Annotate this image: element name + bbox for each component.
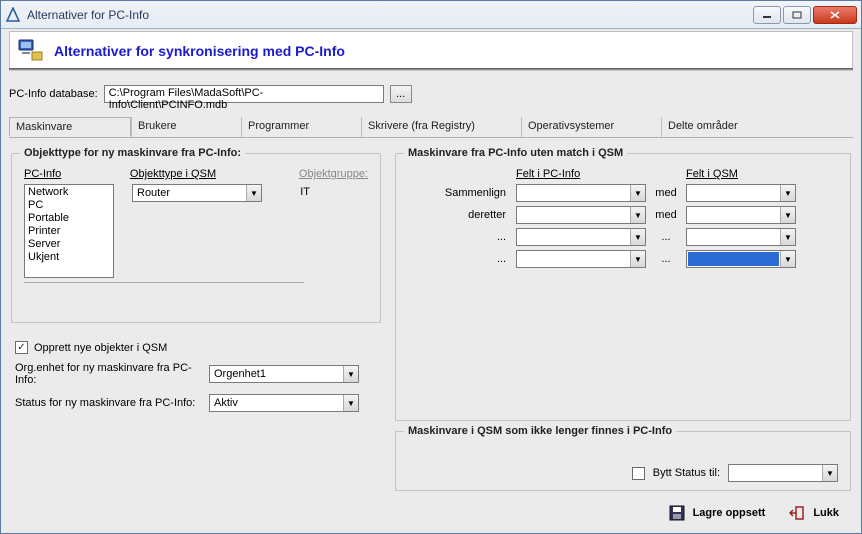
tab-programmer[interactable]: Programmer — [241, 117, 361, 137]
list-item[interactable]: Portable — [26, 212, 112, 225]
chevron-down-icon: ▼ — [780, 229, 795, 245]
create-objects-label: Opprett nye objekter i QSM — [34, 342, 167, 354]
group-objecttype: Objekttype for ny maskinvare fra PC-Info… — [11, 153, 381, 323]
exit-icon — [789, 505, 805, 521]
header-strip: Alternativer for synkronisering med PC-I… — [9, 31, 853, 68]
row-label: ... — [408, 231, 516, 243]
chevron-down-icon: ▼ — [630, 185, 645, 201]
divider — [24, 282, 304, 283]
list-item[interactable]: Server — [26, 238, 112, 251]
group-title: Maskinvare fra PC-Info uten match i QSM — [404, 147, 627, 159]
col-pcinfo: PC-Info — [24, 168, 112, 180]
orgunit-label: Org.enhet for ny maskinvare fra PC-Info: — [15, 362, 203, 386]
group-title: Maskinvare i QSM som ikke lenger finnes … — [404, 425, 676, 437]
tab-skrivere[interactable]: Skrivere (fra Registry) — [361, 117, 521, 137]
group-no-match: Maskinvare fra PC-Info uten match i QSM … — [395, 153, 851, 421]
change-status-label: Bytt Status til: — [653, 467, 720, 479]
qsm-type-combo[interactable]: Router ▼ — [132, 184, 262, 202]
window-title: Alternativer for PC-Info — [27, 8, 753, 22]
orgunit-combo[interactable]: Orgenhet1 ▼ — [209, 365, 359, 383]
col-qsmtype: Objekttype i QSM — [130, 168, 257, 180]
db-path-row: PC-Info database: C:\Program Files\MadaS… — [9, 85, 853, 103]
mid-label: ... — [646, 231, 686, 243]
pcinfo-field-combo[interactable]: ▼ — [516, 250, 646, 268]
pcinfo-field-combo[interactable]: ▼ — [516, 228, 646, 246]
footer: Lagre oppsett Lukk — [9, 497, 853, 525]
chevron-down-icon: ▼ — [780, 207, 795, 223]
pcinfo-field-combo[interactable]: ▼ — [516, 206, 646, 224]
page-title: Alternativer for synkronisering med PC-I… — [54, 43, 345, 59]
qsm-field-combo[interactable]: ▼ — [686, 184, 796, 202]
sync-icon — [16, 38, 44, 64]
field-qsm-header: Felt i QSM — [686, 168, 738, 180]
chevron-down-icon: ▼ — [780, 185, 795, 201]
row-label: Sammenlign — [408, 187, 516, 199]
db-path-field[interactable]: C:\Program Files\MadaSoft\PC-Info\Client… — [104, 85, 384, 103]
chevron-down-icon: ▼ — [822, 465, 837, 481]
header-rule — [9, 68, 853, 71]
content-area: Alternativer for synkronisering med PC-I… — [1, 29, 861, 533]
combo-value: Orgenhet1 — [210, 368, 343, 380]
titlebar: Alternativer for PC-Info — [1, 1, 861, 29]
close-label: Lukk — [813, 507, 839, 519]
save-icon — [669, 505, 685, 521]
col-group: Objektgruppe: — [299, 168, 368, 180]
chevron-down-icon: ▼ — [630, 251, 645, 267]
chevron-down-icon: ▼ — [780, 251, 795, 267]
pcinfo-list[interactable]: Network PC Portable Printer Server Ukjen… — [24, 184, 114, 278]
create-objects-checkbox[interactable]: ✓ — [15, 341, 28, 354]
close-button[interactable] — [813, 6, 857, 24]
tab-os[interactable]: Operativsystemer — [521, 117, 661, 137]
browse-button[interactable]: ... — [390, 85, 412, 103]
field-pcinfo-header: Felt i PC-Info — [516, 168, 646, 180]
app-icon — [5, 7, 21, 23]
combo-value: Aktiv — [210, 397, 343, 409]
ellipsis-icon: ... — [396, 88, 405, 100]
combo-value: Router — [133, 187, 246, 199]
chevron-down-icon: ▼ — [630, 207, 645, 223]
minimize-button[interactable] — [753, 6, 781, 24]
row-label: ... — [408, 253, 516, 265]
db-label: PC-Info database: — [9, 88, 98, 100]
pcinfo-field-combo[interactable]: ▼ — [516, 184, 646, 202]
row-label: deretter — [408, 209, 516, 221]
objectgroup-value: IT — [280, 184, 310, 198]
left-options: ✓ Opprett nye objekter i QSM Org.enhet f… — [11, 333, 381, 420]
list-item[interactable]: Ukjent — [26, 251, 112, 264]
list-item[interactable]: Printer — [26, 225, 112, 238]
tab-brukere[interactable]: Brukere — [131, 117, 241, 137]
list-item[interactable]: PC — [26, 199, 112, 212]
status-combo[interactable]: Aktiv ▼ — [209, 394, 359, 412]
group-title: Objekttype for ny maskinvare fra PC-Info… — [20, 147, 245, 159]
window-controls — [753, 6, 857, 24]
qsm-field-combo[interactable]: ▼ — [686, 206, 796, 224]
status-label: Status for ny maskinvare fra PC-Info: — [15, 397, 203, 409]
qsm-field-combo[interactable]: ▼ — [686, 228, 796, 246]
mid-label: med — [646, 187, 686, 199]
change-status-combo[interactable]: ▼ — [728, 464, 838, 482]
chevron-down-icon: ▼ — [343, 395, 358, 411]
maximize-button[interactable] — [783, 6, 811, 24]
change-status-checkbox[interactable] — [632, 467, 645, 480]
group-no-longer: Maskinvare i QSM som ikke lenger finnes … — [395, 431, 851, 491]
list-item[interactable]: Network — [26, 186, 112, 199]
save-button[interactable]: Lagre oppsett — [669, 505, 766, 521]
app-window: Alternativer for PC-Info Alternativer fo… — [0, 0, 862, 534]
tabs: Maskinvare Brukere Programmer Skrivere (… — [9, 117, 853, 138]
qsm-field-combo[interactable]: ▼ — [686, 250, 796, 268]
tab-maskinvare[interactable]: Maskinvare — [9, 117, 131, 137]
chevron-down-icon: ▼ — [246, 185, 261, 201]
chevron-down-icon: ▼ — [630, 229, 645, 245]
save-label: Lagre oppsett — [693, 507, 766, 519]
mid-label: med — [646, 209, 686, 221]
tab-body: Objekttype for ny maskinvare fra PC-Info… — [9, 139, 853, 497]
tab-delte[interactable]: Delte områder — [661, 117, 791, 137]
mid-label: ... — [646, 253, 686, 265]
close-app-button[interactable]: Lukk — [789, 505, 839, 521]
chevron-down-icon: ▼ — [343, 366, 358, 382]
